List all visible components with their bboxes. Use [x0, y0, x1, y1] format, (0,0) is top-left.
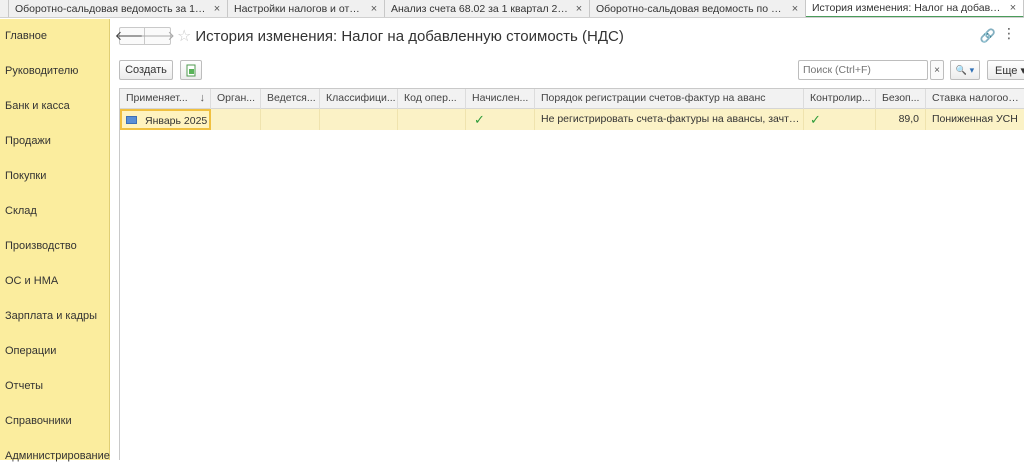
tab-label: Оборотно-сальдовая ведомость по счет...	[596, 3, 785, 15]
sidebar-item-operations[interactable]: Операции	[0, 334, 109, 369]
tab-strip: Оборотно-сальдовая ведомость за 1 кв... …	[0, 0, 1024, 18]
title-bar: 🡐 🡒 ☆ История изменения: Налог на добавл…	[115, 25, 624, 47]
search-button[interactable]: 🔍 ▾	[950, 60, 980, 80]
table-header: Применяет... ↓ Орган... Ведется... Класс…	[120, 89, 1024, 109]
tab-label: История изменения: Налог на добавлен...	[812, 2, 1003, 14]
copy-button[interactable]	[180, 60, 202, 80]
close-icon[interactable]: ×	[789, 3, 801, 15]
link-icon[interactable]: 🔗	[980, 28, 996, 44]
sidebar-item-fixed-assets[interactable]: ОС и НМА	[0, 264, 109, 299]
sidebar-item-catalogs[interactable]: Справочники	[0, 404, 109, 439]
sidebar-item-admin[interactable]: Администрирование	[0, 439, 110, 474]
more-actions-button[interactable]: Еще ▾	[987, 60, 1024, 80]
sidebar-item-production[interactable]: Производство	[0, 229, 109, 264]
org-cell[interactable]	[211, 109, 261, 130]
tab-label: Оборотно-сальдовая ведомость за 1 кв...	[15, 3, 207, 15]
tab-tax-settings[interactable]: Настройки налогов и отчетов ×	[228, 0, 385, 17]
more-menu-icon[interactable]: ⋮	[1002, 25, 1016, 42]
sidebar-item-sales[interactable]: Продажи	[0, 124, 109, 159]
column-header[interactable]: Контролир...	[804, 89, 876, 109]
checkmark-icon: ✓	[474, 112, 485, 127]
tab-strip-edge	[0, 0, 9, 17]
sidebar-item-bank[interactable]: Банк и касса	[0, 89, 109, 124]
copy-document-icon	[186, 64, 196, 76]
column-header[interactable]: Безоп...	[876, 89, 926, 109]
period-value: Январь 2025	[145, 115, 208, 127]
clear-search-icon[interactable]: ×	[930, 60, 944, 80]
accrued-cell[interactable]: ✓	[466, 109, 535, 130]
tax-rate-cell[interactable]: Пониженная УСН	[926, 109, 1024, 130]
column-header[interactable]: Код опер...	[398, 89, 466, 109]
close-icon[interactable]: ×	[211, 3, 223, 15]
tab-vat-history[interactable]: История изменения: Налог на добавлен... …	[806, 0, 1024, 17]
checkmark-icon: ✓	[810, 112, 821, 127]
tab-account-analysis[interactable]: Анализ счета 68.02 за 1 квартал 2025 г. …	[385, 0, 590, 17]
tab-osv-account[interactable]: Оборотно-сальдовая ведомость по счет... …	[590, 0, 806, 17]
classifier-cell[interactable]	[320, 109, 398, 130]
column-header[interactable]: Ведется...	[261, 89, 320, 109]
column-header[interactable]: Применяет... ↓	[120, 89, 211, 109]
table-row[interactable]: Январь 2025 ✓ Не регистрировать счета-фа…	[120, 109, 1024, 130]
sidebar-item-manager[interactable]: Руководителю	[0, 54, 109, 89]
period-cell[interactable]: Январь 2025	[120, 109, 211, 130]
controlled-cell[interactable]: ✓	[804, 109, 876, 130]
create-button[interactable]: Создать	[119, 60, 173, 80]
column-header[interactable]: Порядок регистрации счетов-фактур на ава…	[535, 89, 804, 109]
sidebar-item-main[interactable]: Главное	[0, 19, 109, 54]
sidebar-item-purchases[interactable]: Покупки	[0, 159, 109, 194]
tab-osv-q1[interactable]: Оборотно-сальдовая ведомость за 1 кв... …	[9, 0, 228, 17]
column-header[interactable]: Орган...	[211, 89, 261, 109]
maintained-cell[interactable]	[261, 109, 320, 130]
history-table: Применяет... ↓ Орган... Ведется... Класс…	[119, 88, 1024, 460]
star-icon[interactable]: ☆	[177, 26, 191, 46]
main-panel: 🡐 🡒 ☆ История изменения: Налог на добавл…	[111, 19, 1024, 460]
sort-arrow-icon: ↓	[199, 92, 206, 104]
close-icon[interactable]: ×	[1007, 2, 1019, 14]
record-icon	[126, 116, 137, 125]
column-header[interactable]: Классифици...	[320, 89, 398, 109]
sidebar: Главное Руководителю Банк и касса Продаж…	[0, 19, 110, 462]
safe-share-cell[interactable]: 89,0	[876, 109, 926, 130]
tab-label: Анализ счета 68.02 за 1 квартал 2025 г.	[391, 3, 569, 15]
column-title: Применяет...	[126, 92, 188, 104]
search-input[interactable]	[798, 60, 928, 80]
sidebar-item-warehouse[interactable]: Склад	[0, 194, 109, 229]
close-icon[interactable]: ×	[573, 3, 585, 15]
toolbar: Создать × 🔍 ▾ Еще ▾	[119, 60, 1024, 80]
forward-arrow-icon[interactable]: 🡒	[140, 27, 175, 45]
column-header[interactable]: Ставка налогообложения	[926, 89, 1024, 109]
op-code-cell[interactable]	[398, 109, 466, 130]
column-header[interactable]: Начислен...	[466, 89, 535, 109]
sidebar-item-payroll[interactable]: Зарплата и кадры	[0, 299, 109, 334]
tab-label: Настройки налогов и отчетов	[234, 3, 364, 15]
sidebar-item-reports[interactable]: Отчеты	[0, 369, 109, 404]
close-icon[interactable]: ×	[368, 3, 380, 15]
invoice-order-cell[interactable]: Не регистрировать счета-фактуры на аванс…	[535, 109, 804, 130]
page-title: История изменения: Налог на добавленную …	[195, 27, 624, 45]
